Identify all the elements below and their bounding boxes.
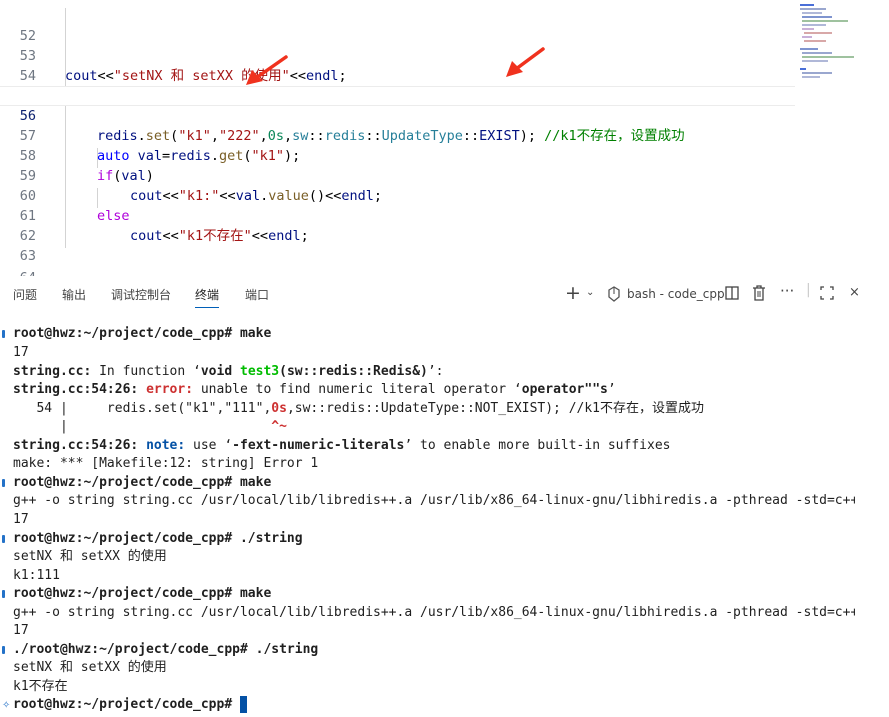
terminal-line: string.cc:54:26: error: unable to find n… — [13, 382, 616, 397]
command-marker-icon[interactable] — [2, 330, 5, 338]
terminal-cursor — [240, 696, 247, 713]
terminal-line: g++ -o string string.cc /usr/local/lib/l… — [13, 493, 859, 508]
code-line[interactable]: 54 redis.flushall(); — [0, 46, 800, 104]
code-editor[interactable]: 52 53 cout<<"setNX 和 setXX 的使用"<<endl; 5… — [0, 0, 889, 276]
terminal-line: root@hwz:~/project/code_cpp# ./string — [13, 531, 303, 546]
terminal-line: g++ -o string string.cc /usr/local/lib/l… — [13, 605, 859, 620]
terminal-line: string.cc:54:26: note: use ‘-fext-numeri… — [13, 438, 671, 453]
annotation-arrow-icon — [246, 55, 288, 85]
terminal-line: setNX 和 setXX 的使用 — [13, 660, 167, 675]
code-line[interactable]: 57 auto val=redis.get("k1"); — [0, 106, 800, 164]
terminal-line: root@hwz:~/project/code_cpp# make — [13, 475, 272, 490]
code-line[interactable]: 62 — [0, 206, 800, 244]
maximize-icon[interactable] — [820, 286, 834, 304]
terminal-prompt[interactable]: root@hwz:~/project/code_cpp# — [13, 696, 240, 715]
terminal-line: 17 — [13, 623, 29, 638]
command-marker-icon[interactable] — [2, 646, 5, 654]
close-icon[interactable]: × — [849, 285, 860, 300]
terminal-line: 54 | redis.set("k1","111",0s,sw::redis::… — [13, 401, 705, 416]
terminal-name[interactable]: bash - code_cpp — [627, 287, 725, 301]
minimap[interactable] — [798, 2, 858, 82]
code-line[interactable]: 64 } — [0, 248, 800, 276]
annotation-arrow-icon — [506, 47, 545, 77]
terminal-line: 17 — [13, 512, 29, 527]
command-marker-icon[interactable] — [2, 590, 5, 598]
split-icon[interactable] — [725, 286, 739, 304]
terminal-line: string.cc: In function ‘void test3(sw::r… — [13, 364, 444, 379]
terminal-line: k1不存在 — [13, 679, 68, 694]
code-line[interactable]: 59 cout<<"k1:"<<val.value()<<endl; — [0, 146, 800, 204]
terminal-scrollbar[interactable] — [855, 318, 889, 717]
code-line[interactable]: 61 cout<<"k1不存在"<<endl; — [0, 186, 800, 244]
terminal-line: setNX 和 setXX 的使用 — [13, 549, 167, 564]
panel-tab-bar: 问题 输出 调试控制台 终端 端口 + ⌄ bash - code_cpp ··… — [0, 276, 889, 314]
terminal-icon — [607, 286, 621, 306]
terminal-line: | ^~ — [13, 419, 287, 434]
code-line[interactable]: 58 if(val) — [0, 126, 800, 184]
terminal-line: 17 — [13, 345, 29, 360]
terminal-line: make: *** [Makefile:12: string] Error 1 — [13, 456, 319, 471]
prompt-sparkle-icon: ✧ — [2, 700, 11, 711]
tab-problems[interactable]: 问题 — [13, 286, 37, 303]
code-line[interactable]: 63 — [0, 226, 800, 264]
terminal-line: root@hwz:~/project/code_cpp# make — [13, 586, 272, 601]
tab-debug-console[interactable]: 调试控制台 — [111, 286, 171, 303]
tab-output[interactable]: 输出 — [62, 286, 86, 303]
code-line-active[interactable]: 56 redis.set("k1","222",0s,sw::redis::Up… — [0, 86, 795, 144]
command-marker-icon[interactable] — [2, 535, 5, 543]
divider: | — [806, 282, 811, 298]
terminal-line: k1:111 — [13, 568, 60, 583]
line-number: 64 — [0, 268, 36, 276]
chevron-down-icon[interactable]: ⌄ — [586, 287, 594, 298]
tab-ports[interactable]: 端口 — [245, 286, 269, 303]
plus-icon[interactable]: + — [565, 282, 581, 304]
terminal-line: root@hwz:~/project/code_cpp# make — [13, 326, 272, 341]
trash-icon[interactable] — [752, 285, 766, 305]
command-marker-icon[interactable] — [2, 479, 5, 487]
code-line[interactable]: 52 — [0, 6, 800, 44]
code-line[interactable]: 53 cout<<"setNX 和 setXX 的使用"<<endl; — [0, 26, 800, 84]
code-line[interactable]: 60 else — [0, 166, 800, 224]
more-icon[interactable]: ··· — [780, 282, 794, 300]
terminal-line: ./root@hwz:~/project/code_cpp# ./string — [13, 642, 319, 657]
tab-terminal[interactable]: 终端 — [195, 286, 220, 308]
code-line[interactable]: 55 — [0, 66, 800, 104]
